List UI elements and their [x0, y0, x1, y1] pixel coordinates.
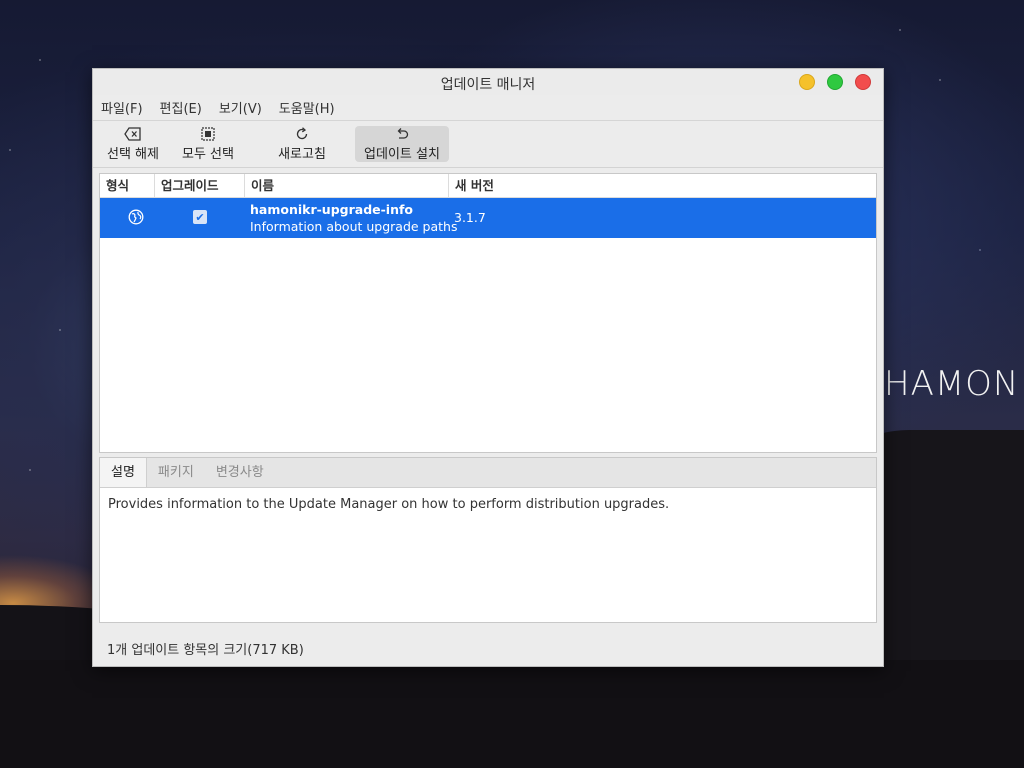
refresh-label: 새로고침 — [278, 146, 326, 162]
window-controls — [799, 74, 871, 90]
menu-edit[interactable]: 편집(E) — [160, 98, 202, 117]
select-all-label: 모두 선택 — [182, 146, 234, 162]
globe-icon — [128, 209, 144, 225]
close-button[interactable] — [855, 74, 871, 90]
details-tabs: 설명 패키지 변경사항 — [100, 458, 876, 488]
package-name: hamonikr-upgrade-info — [250, 202, 414, 217]
refresh-icon — [295, 126, 309, 143]
select-all-icon — [201, 126, 215, 143]
title-bar[interactable]: 업데이트 매니저 — [93, 69, 883, 95]
menu-help[interactable]: 도움말(H) — [279, 98, 335, 117]
column-header-upgrade[interactable]: 업그레이드 — [154, 174, 244, 197]
select-all-button[interactable]: 모두 선택 — [173, 126, 243, 162]
maximize-button[interactable] — [827, 74, 843, 90]
table-row[interactable]: ✔ hamonikr-upgrade-info Information abou… — [100, 198, 876, 238]
description-text: Provides information to the Update Manag… — [108, 497, 670, 512]
undo-icon — [395, 127, 409, 143]
window-title: 업데이트 매니저 — [440, 77, 536, 93]
list-header: 형식 업그레이드 이름 새 버전 — [100, 174, 876, 198]
install-updates-button[interactable]: 업데이트 설치 — [355, 126, 449, 162]
backspace-icon — [124, 126, 142, 143]
details-panel: 설명 패키지 변경사항 Provides information to the … — [99, 457, 877, 623]
tab-description[interactable]: 설명 — [100, 458, 147, 487]
menu-view[interactable]: 보기(V) — [219, 98, 262, 117]
tab-changelog[interactable]: 변경사항 — [205, 458, 275, 487]
toolbar: 선택 해제 모두 선택 새로고침 업데이트 설치 — [93, 121, 883, 168]
desktop-brand-text: HAMON — [884, 364, 1020, 404]
deselect-label: 선택 해제 — [107, 146, 159, 162]
tab-packages[interactable]: 패키지 — [147, 458, 205, 487]
install-updates-label: 업데이트 설치 — [364, 146, 440, 162]
upgrade-checkbox[interactable]: ✔ — [193, 210, 207, 224]
deselect-button[interactable]: 선택 해제 — [97, 126, 169, 162]
update-list: 형식 업그레이드 이름 새 버전 ✔ hamonikr-upgrade-info… — [99, 173, 877, 453]
update-manager-window: 업데이트 매니저 파일(F) 편집(E) 보기(V) 도움말(H) 선택 해제 … — [92, 68, 884, 667]
ground-silhouette — [0, 660, 1024, 768]
package-new-version: 3.1.7 — [454, 210, 486, 225]
status-text: 1개 업데이트 항목의 크기(717 KB) — [107, 643, 304, 658]
minimize-button[interactable] — [799, 74, 815, 90]
column-header-name[interactable]: 이름 — [244, 174, 448, 197]
column-header-new-version[interactable]: 새 버전 — [448, 174, 876, 197]
menu-bar: 파일(F) 편집(E) 보기(V) 도움말(H) — [93, 95, 883, 121]
refresh-button[interactable]: 새로고침 — [263, 126, 341, 162]
package-description: Information about upgrade paths — [250, 219, 458, 234]
column-header-type[interactable]: 형식 — [100, 174, 154, 197]
menu-file[interactable]: 파일(F) — [101, 98, 143, 117]
